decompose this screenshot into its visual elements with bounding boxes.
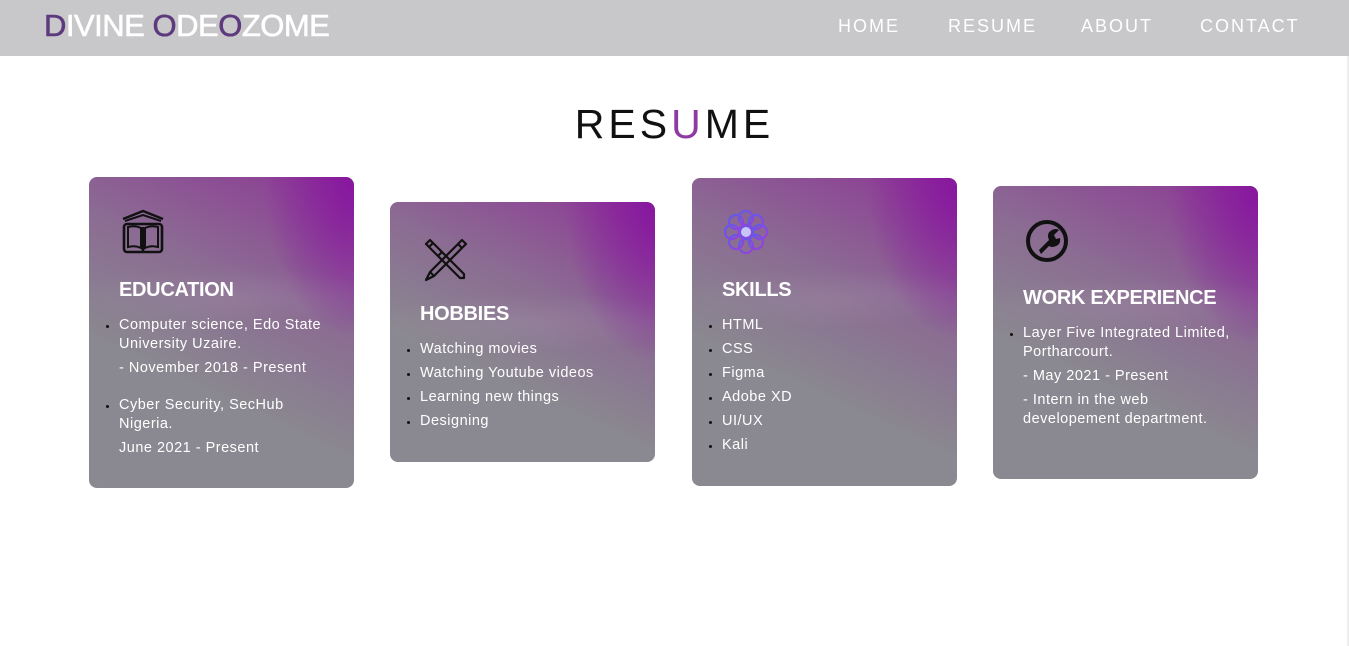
card-title: HOBBIES bbox=[420, 303, 510, 325]
list-item: - November 2018 - Present bbox=[119, 360, 307, 376]
list-item: - May 2021 - Present bbox=[1023, 368, 1169, 384]
title-part: RES bbox=[574, 101, 672, 147]
list-item: Watching movies bbox=[407, 340, 635, 359]
logo-part: ZOME bbox=[241, 8, 331, 44]
logo-part: D bbox=[44, 8, 67, 44]
list-item: Kali bbox=[709, 436, 937, 455]
list-item: - Intern in the web developement departm… bbox=[1023, 392, 1208, 427]
list-item: UI/UX bbox=[709, 412, 937, 431]
card-list: HTML CSS Figma Adobe XD UI/UX Kali bbox=[709, 316, 937, 455]
hobbies-card: HOBBIES Watching movies Watching Youtube… bbox=[390, 202, 655, 462]
card-title: EDUCATION bbox=[119, 279, 234, 301]
card-title: WORK EXPERIENCE bbox=[1023, 287, 1217, 309]
title-accent: U bbox=[671, 101, 705, 147]
card-list: Layer Five Integrated Limited, Portharco… bbox=[1010, 324, 1238, 429]
logo-part: IVINE bbox=[65, 8, 153, 44]
list-item: CSS bbox=[709, 340, 937, 359]
education-card: EDUCATION Computer science, Edo State Un… bbox=[89, 177, 354, 488]
nav-home-link[interactable]: HOME bbox=[838, 14, 900, 38]
list-item: Computer science, Edo State University U… bbox=[106, 316, 334, 354]
title-part: ME bbox=[704, 101, 775, 147]
page-title: RESUME bbox=[0, 98, 1349, 150]
list-item: Watching Youtube videos bbox=[407, 364, 635, 383]
list-item: Figma bbox=[709, 364, 937, 383]
nav-contact-link[interactable]: CONTACT bbox=[1200, 14, 1300, 38]
site-logo[interactable]: DIVINE ODEOZOME bbox=[44, 8, 331, 44]
nav-about-link[interactable]: ABOUT bbox=[1081, 14, 1153, 38]
logo-part: O bbox=[152, 8, 177, 44]
skills-card: SKILLS HTML CSS Figma Adobe XD UI/UX Kal… bbox=[692, 178, 957, 486]
book-icon bbox=[122, 209, 164, 254]
list-item: June 2021 - Present bbox=[119, 440, 260, 456]
work-experience-card: WORK EXPERIENCE Layer Five Integrated Li… bbox=[993, 186, 1258, 479]
card-list: Computer science, Edo State University U… bbox=[106, 316, 334, 458]
card-list: Watching movies Watching Youtube videos … bbox=[407, 340, 635, 431]
logo-part: O bbox=[218, 8, 243, 44]
list-item: HTML bbox=[709, 316, 937, 335]
pen-ruler-icon bbox=[424, 238, 468, 282]
list-item: Designing bbox=[407, 412, 635, 431]
list-item: Learning new things bbox=[407, 388, 635, 407]
list-item: Cyber Security, SecHub Nigeria. bbox=[106, 396, 334, 434]
list-item: Adobe XD bbox=[709, 388, 937, 407]
nav-resume-link[interactable]: RESUME bbox=[948, 14, 1037, 38]
list-item: Layer Five Integrated Limited, Portharco… bbox=[1010, 324, 1238, 362]
logo-part: DE bbox=[176, 8, 219, 44]
card-title: SKILLS bbox=[722, 279, 792, 301]
wrench-circle-icon bbox=[1026, 220, 1068, 262]
gear-flower-icon bbox=[723, 209, 769, 255]
top-navbar: DIVINE ODEOZOME HOME RESUME ABOUT CONTAC… bbox=[0, 0, 1349, 56]
